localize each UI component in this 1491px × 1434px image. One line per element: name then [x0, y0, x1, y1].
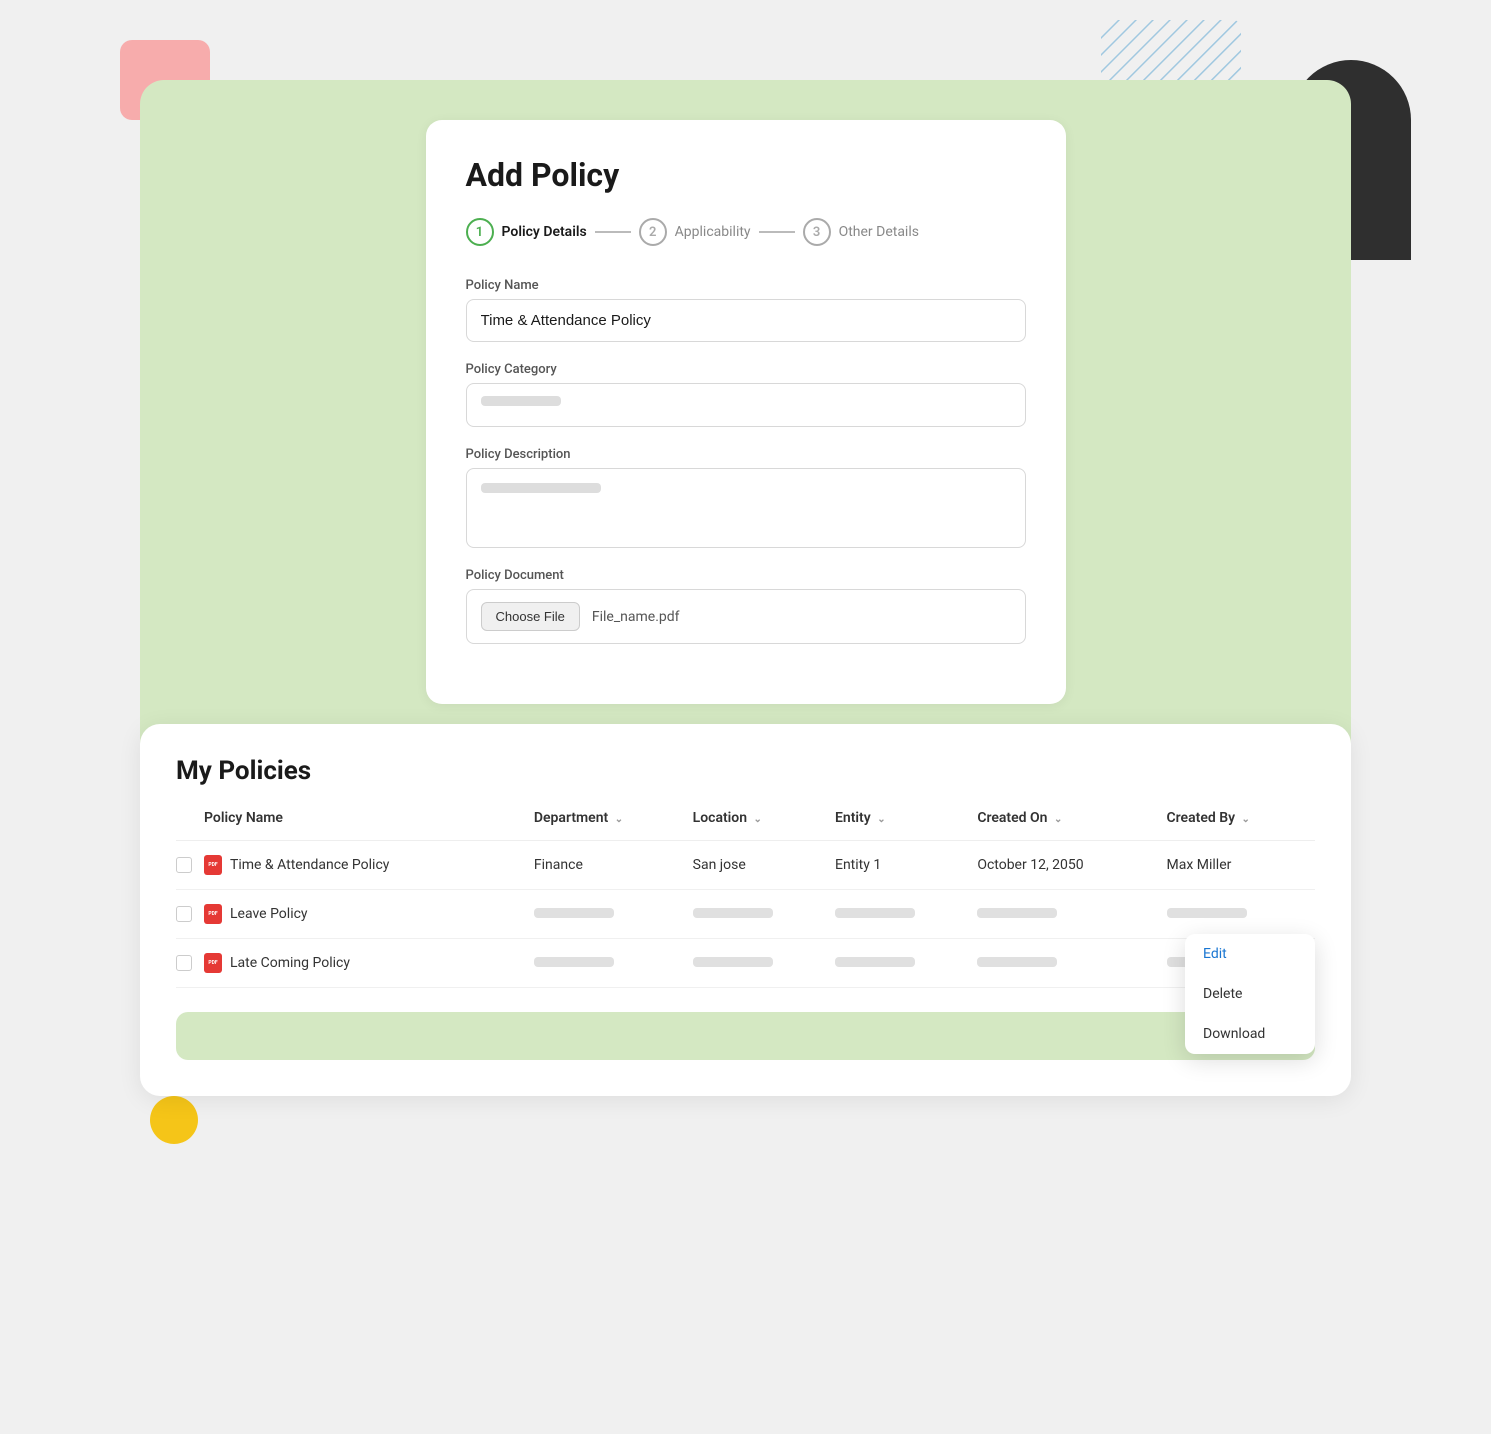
add-policy-section: Add Policy 1 Policy Details 2 Applicabil… — [140, 80, 1351, 764]
choose-file-button[interactable]: Choose File — [481, 602, 580, 631]
row-created_by: Max Miller — [1167, 841, 1316, 890]
category-blur-placeholder — [481, 396, 561, 406]
step-2-circle: 2 — [639, 218, 667, 246]
blur-placeholder — [835, 957, 915, 967]
pdf-icon — [204, 953, 222, 973]
row-department — [534, 939, 693, 988]
description-blur-placeholder — [481, 483, 601, 493]
step-1-circle: 1 — [466, 218, 494, 246]
policies-table: Policy Name Department ⌄ Location ⌄ Enti… — [176, 810, 1315, 988]
row-created_by — [1167, 890, 1316, 939]
step-3: 3 Other Details — [803, 218, 919, 246]
row-checkbox[interactable] — [176, 955, 192, 971]
policy-name-label: Policy Name — [466, 278, 1026, 293]
step-1-label: Policy Details — [502, 224, 587, 240]
table-row: Time & Attendance Policy FinanceSan joseE… — [176, 841, 1315, 890]
my-policies-section: My Policies Policy Name Department ⌄ Loc… — [140, 724, 1351, 1096]
row-checkbox[interactable] — [176, 906, 192, 922]
entity-sort-icon: ⌄ — [877, 814, 885, 825]
col-created-by: Created By ⌄ — [1167, 810, 1316, 841]
policy-category-input[interactable] — [466, 383, 1026, 427]
file-upload-container: Choose File File_name.pdf — [466, 589, 1026, 644]
step-3-label: Other Details — [839, 224, 919, 240]
col-location: Location ⌄ — [693, 810, 835, 841]
policy-description-input[interactable] — [466, 468, 1026, 548]
policy-name-input[interactable] — [466, 299, 1026, 342]
form-title: Add Policy — [466, 156, 1026, 194]
context-menu: Edit Delete Download — [1185, 934, 1315, 1054]
row-department: Finance — [534, 841, 693, 890]
table-row: Late Coming Policy — [176, 939, 1315, 988]
blur-placeholder — [534, 957, 614, 967]
context-menu-download[interactable]: Download — [1185, 1014, 1315, 1054]
row-department — [534, 890, 693, 939]
policy-name-cell: Late Coming Policy — [230, 955, 350, 971]
blur-placeholder — [693, 908, 773, 918]
add-policy-form-card: Add Policy 1 Policy Details 2 Applicabil… — [426, 120, 1066, 704]
created-on-sort-icon: ⌄ — [1054, 814, 1062, 825]
blur-placeholder — [534, 908, 614, 918]
blur-placeholder — [977, 957, 1057, 967]
row-entity — [835, 890, 977, 939]
policy-name-cell: Time & Attendance Policy — [230, 857, 389, 873]
location-sort-icon: ⌄ — [754, 814, 762, 825]
row-location — [693, 890, 835, 939]
row-location: San jose — [693, 841, 835, 890]
row-created_on — [977, 890, 1166, 939]
stepper: 1 Policy Details 2 Applicability 3 Ot — [466, 218, 1026, 246]
row-entity: Entity 1 — [835, 841, 977, 890]
department-sort-icon: ⌄ — [615, 814, 623, 825]
blur-placeholder — [977, 908, 1057, 918]
row-entity — [835, 939, 977, 988]
pdf-icon — [204, 855, 222, 875]
col-department: Department ⌄ — [534, 810, 693, 841]
col-policy-name: Policy Name — [204, 810, 534, 841]
context-menu-delete[interactable]: Delete — [1185, 974, 1315, 1014]
created-by-sort-icon: ⌄ — [1242, 814, 1250, 825]
policy-document-field: Policy Document Choose File File_name.pd… — [466, 568, 1026, 644]
step-divider-2 — [759, 231, 795, 233]
step-2: 2 Applicability — [639, 218, 751, 246]
policy-description-field: Policy Description — [466, 447, 1026, 548]
policy-name-cell: Leave Policy — [230, 906, 308, 922]
col-entity: Entity ⌄ — [835, 810, 977, 841]
policy-name-field: Policy Name — [466, 278, 1026, 342]
policy-category-field: Policy Category — [466, 362, 1026, 427]
step-2-label: Applicability — [675, 224, 751, 240]
policy-description-label: Policy Description — [466, 447, 1026, 462]
blur-placeholder — [1167, 908, 1247, 918]
step-3-circle: 3 — [803, 218, 831, 246]
file-name-display: File_name.pdf — [592, 609, 680, 625]
context-menu-edit[interactable]: Edit — [1185, 934, 1315, 974]
policies-title: My Policies — [176, 756, 1315, 786]
step-1: 1 Policy Details — [466, 218, 587, 246]
step-divider-1 — [595, 231, 631, 233]
table-footer-bar — [176, 1012, 1315, 1060]
decorative-yellow-circle — [150, 1096, 198, 1144]
table-row: Leave Policy — [176, 890, 1315, 939]
policy-category-label: Policy Category — [466, 362, 1026, 377]
pdf-icon — [204, 904, 222, 924]
row-checkbox[interactable] — [176, 857, 192, 873]
policy-document-label: Policy Document — [466, 568, 1026, 583]
row-created_on: October 12, 2050 — [977, 841, 1166, 890]
row-location — [693, 939, 835, 988]
blur-placeholder — [693, 957, 773, 967]
col-created-on: Created On ⌄ — [977, 810, 1166, 841]
blur-placeholder — [835, 908, 915, 918]
row-created_on — [977, 939, 1166, 988]
table-header-checkbox — [176, 810, 204, 841]
